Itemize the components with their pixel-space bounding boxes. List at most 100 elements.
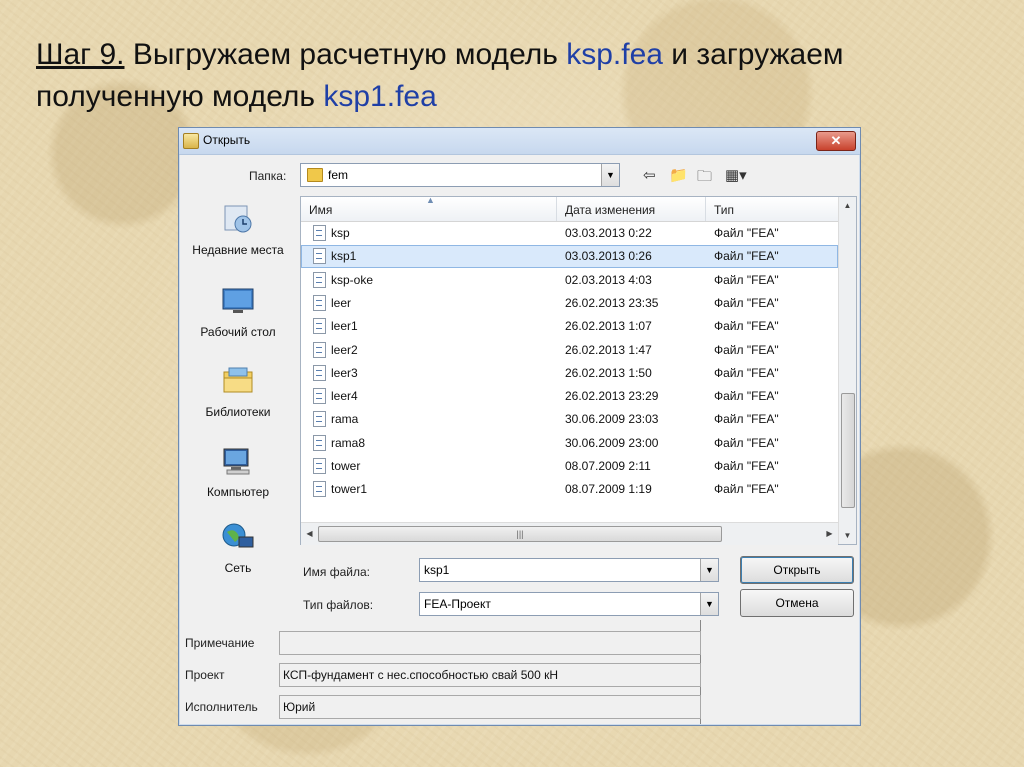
filename-value: ksp1 — [424, 563, 450, 577]
file-name: ksp1 — [331, 249, 357, 264]
file-name: ksp — [331, 226, 350, 240]
filename-label: Имя файла: — [303, 565, 370, 579]
file-icon — [313, 294, 326, 311]
open-file-dialog: Открыть ✕ Папка: fem ▼ ⇦ 📁 🗀 ▦▾ Недавние… — [178, 127, 861, 726]
file-row[interactable]: leer4 26.02.2013 23:29 Файл "FEA" — [301, 385, 838, 408]
sort-ascending-icon: ▲ — [426, 195, 435, 205]
file-type: Файл "FEA" — [714, 342, 779, 357]
author-field[interactable]: Юрий — [279, 695, 701, 719]
note-label: Примечание — [185, 636, 255, 650]
file-row[interactable]: leer2 26.02.2013 1:47 Файл "FEA" — [301, 339, 838, 362]
file-list[interactable]: ▲ Имя Дата изменения Тип ksp 03.03.2013 0… — [300, 195, 857, 545]
new-folder-icon[interactable]: 🗀 — [697, 166, 712, 191]
place-label: Сеть — [224, 561, 252, 575]
step-label: Шаг 9. — [36, 38, 125, 71]
file-icon — [313, 248, 326, 265]
place-label: Компьютер — [206, 485, 270, 499]
file-date: 30.06.2009 23:00 — [565, 435, 659, 450]
file-name: leer1 — [331, 319, 358, 334]
author-label: Исполнитель — [185, 700, 258, 714]
file-date: 08.07.2009 2:11 — [565, 459, 651, 473]
view-menu-icon[interactable]: ▦▾ — [725, 166, 747, 184]
filetype-label: Тип файлов: — [303, 598, 374, 612]
horizontal-scrollbar[interactable]: ◀ ||| ▶ — [301, 522, 838, 545]
title-line1: Выгружаем расчетную модель — [124, 38, 567, 71]
column-date[interactable]: Дата изменения — [565, 203, 655, 217]
file-type: Файл "FEA" — [714, 272, 779, 287]
file-row[interactable]: tower 08.07.2009 2:11 Файл "FEA" — [301, 455, 838, 478]
computer-icon — [223, 448, 250, 475]
file-date: 08.07.2009 1:19 — [565, 482, 652, 497]
scroll-thumb[interactable] — [841, 393, 855, 508]
file-row[interactable]: leer1 26.02.2013 1:07 Файл "FEA" — [301, 315, 838, 338]
file-name: tower1 — [331, 482, 368, 497]
file-row[interactable]: rama 30.06.2009 23:03 Файл "FEA" — [301, 408, 838, 431]
chevron-down-icon[interactable]: ▼ — [700, 593, 718, 615]
file-row[interactable]: ksp-oke 02.03.2013 4:03 Файл "FEA" — [301, 269, 838, 292]
place-libraries[interactable]: Библиотеки — [191, 366, 285, 420]
dialog-titlebar[interactable]: Открыть ✕ — [179, 128, 860, 155]
cancel-button[interactable]: Отмена — [740, 589, 854, 617]
chevron-down-icon[interactable]: ▼ — [700, 559, 718, 581]
place-network[interactable]: Сеть — [191, 522, 285, 576]
up-folder-icon[interactable]: 📁 — [669, 166, 688, 184]
vertical-scrollbar[interactable]: ▲ ▼ — [838, 197, 856, 544]
file-type: Файл "FEA" — [714, 389, 779, 404]
dialog-title: Открыть — [203, 133, 251, 147]
column-divider[interactable] — [705, 197, 706, 221]
file-row[interactable]: rama8 30.06.2009 23:00 Файл "FEA" — [301, 432, 838, 455]
folder-value: fem — [328, 168, 349, 182]
file-type: Файл "FEA" — [714, 249, 779, 264]
file-list-header: ▲ Имя Дата изменения Тип — [301, 195, 838, 222]
file-row[interactable]: tower1 08.07.2009 1:19 Файл "FEA" — [301, 478, 838, 501]
column-name[interactable]: Имя — [309, 203, 332, 217]
file-type: Файл "FEA" — [714, 412, 779, 427]
file-name: rama — [331, 412, 359, 427]
file-icon — [313, 225, 326, 241]
file-icon — [313, 411, 326, 428]
file-type: Файл "FEA" — [714, 226, 779, 240]
title-line2: полученную модель — [36, 80, 324, 113]
folder-select[interactable]: fem ▼ — [300, 163, 620, 187]
place-recent[interactable]: Недавние места — [191, 204, 285, 258]
file-row[interactable]: leer3 26.02.2013 1:50 Файл "FEA" — [301, 362, 838, 385]
back-arrow-icon[interactable]: ⇦ — [643, 166, 656, 184]
scroll-left-icon[interactable]: ◀ — [301, 523, 318, 545]
close-button[interactable]: ✕ — [816, 131, 856, 151]
project-value: КСП-фундамент с нес.способностью свай 50… — [283, 668, 558, 682]
place-desktop[interactable]: Рабочий стол — [191, 286, 285, 340]
note-field[interactable] — [279, 631, 701, 655]
scroll-up-icon[interactable]: ▲ — [839, 197, 856, 214]
file-date: 26.02.2013 23:35 — [565, 295, 659, 310]
project-field[interactable]: КСП-фундамент с нес.способностью свай 50… — [279, 663, 701, 687]
scroll-down-icon[interactable]: ▼ — [839, 527, 856, 544]
filetype-select[interactable]: FEA-Проект ▼ — [419, 592, 719, 616]
place-label: Рабочий стол — [200, 325, 276, 339]
file-icon — [313, 434, 326, 451]
file-icon — [313, 481, 326, 498]
app-icon — [183, 133, 199, 149]
file-row[interactable]: leer 26.02.2013 23:35 Файл "FEA" — [301, 292, 838, 315]
place-computer[interactable]: Компьютер — [191, 446, 285, 500]
column-divider[interactable] — [556, 197, 557, 221]
file-date: 26.02.2013 1:47 — [565, 342, 652, 357]
scroll-thumb[interactable]: ||| — [318, 526, 722, 542]
file-date: 26.02.2013 1:07 — [565, 319, 652, 334]
file-type: Файл "FEA" — [714, 365, 779, 380]
column-type[interactable]: Тип — [714, 203, 734, 217]
chevron-down-icon[interactable]: ▼ — [601, 164, 619, 186]
scroll-right-icon[interactable]: ▶ — [821, 523, 838, 545]
file-date: 03.03.2013 0:26 — [565, 249, 652, 264]
filename-input[interactable]: ksp1 ▼ — [419, 558, 719, 582]
file-row[interactable]: ksp 03.03.2013 0:22 Файл "FEA" — [301, 222, 838, 245]
file-type: Файл "FEA" — [714, 482, 779, 497]
file-date: 30.06.2009 23:03 — [565, 412, 659, 427]
project-label: Проект — [185, 668, 225, 682]
file-name: leer3 — [331, 365, 358, 380]
file-row[interactable]: ksp1 03.03.2013 0:26 Файл "FEA" — [301, 245, 838, 269]
open-button[interactable]: Открыть — [740, 556, 854, 584]
file-name: ksp-oke — [331, 272, 374, 287]
file-icon — [313, 341, 326, 358]
filetype-value: FEA-Проект — [424, 597, 491, 611]
file-name: leer2 — [331, 342, 358, 357]
